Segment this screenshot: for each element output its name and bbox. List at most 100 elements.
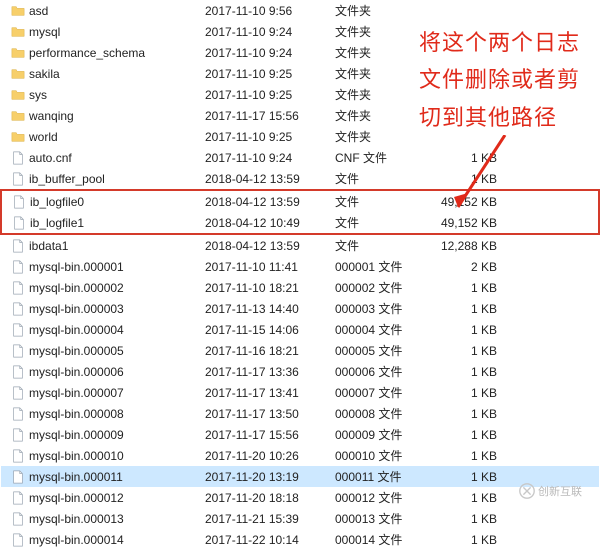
file-name-label: mysql-bin.000013 — [29, 512, 124, 526]
folder-icon — [11, 46, 25, 60]
file-size-cell — [421, 63, 501, 84]
file-name-cell[interactable]: ibdata1 — [1, 234, 201, 256]
file-name-cell[interactable]: sys — [1, 84, 201, 105]
file-type-cell: 000005 文件 — [331, 340, 421, 361]
file-size-cell — [421, 0, 501, 21]
file-type-cell: 000014 文件 — [331, 529, 421, 550]
file-size-cell: 49,152 KB — [421, 212, 501, 234]
file-name-cell[interactable]: performance_schema — [1, 42, 201, 63]
file-name-cell[interactable]: asd — [1, 0, 201, 21]
file-name-cell[interactable]: mysql-bin.000006 — [1, 361, 201, 382]
file-name-cell[interactable]: mysql-bin.000008 — [1, 403, 201, 424]
file-date-cell: 2017-11-10 9:25 — [201, 63, 331, 84]
file-row[interactable]: ibdata12018-04-12 13:59文件12,288 KB — [1, 234, 599, 256]
file-type-cell: 文件 — [331, 168, 421, 190]
file-name-cell[interactable]: world — [1, 126, 201, 147]
file-date-cell: 2017-11-16 18:21 — [201, 340, 331, 361]
file-name-label: mysql-bin.000011 — [29, 470, 123, 484]
file-name-label: mysql-bin.000002 — [29, 281, 124, 295]
file-date-cell: 2018-04-12 13:59 — [201, 234, 331, 256]
file-name-cell[interactable]: mysql-bin.000005 — [1, 340, 201, 361]
folder-icon — [11, 109, 25, 123]
file-date-cell: 2017-11-17 13:50 — [201, 403, 331, 424]
file-name-label: auto.cnf — [29, 151, 72, 165]
file-name-label: asd — [29, 4, 48, 18]
file-row[interactable]: mysql-bin.0000052017-11-16 18:21000005 文… — [1, 340, 599, 361]
file-row[interactable]: mysql-bin.0000062017-11-17 13:36000006 文… — [1, 361, 599, 382]
file-row[interactable]: ib_buffer_pool2018-04-12 13:59文件1 KB — [1, 168, 599, 190]
file-name-cell[interactable]: ib_logfile0 — [1, 190, 201, 212]
file-row[interactable]: mysql-bin.0000112017-11-20 13:19000011 文… — [1, 466, 599, 487]
file-name-cell[interactable]: sakila — [1, 63, 201, 84]
file-row[interactable]: ib_logfile12018-04-12 10:49文件49,152 KB — [1, 212, 599, 234]
file-icon — [11, 172, 25, 186]
file-size-cell: 12,288 KB — [421, 234, 501, 256]
file-name-label: mysql-bin.000006 — [29, 365, 124, 379]
file-name-cell[interactable]: mysql-bin.000002 — [1, 277, 201, 298]
file-row[interactable]: performance_schema2017-11-10 9:24文件夹 — [1, 42, 599, 63]
file-date-cell: 2017-11-20 18:18 — [201, 487, 331, 508]
file-name-label: ib_logfile0 — [30, 195, 84, 209]
file-name-cell[interactable]: mysql-bin.000014 — [1, 529, 201, 550]
file-icon — [12, 216, 26, 230]
file-row[interactable]: mysql-bin.0000032017-11-13 14:40000003 文… — [1, 298, 599, 319]
file-name-cell[interactable]: mysql-bin.000010 — [1, 445, 201, 466]
file-row[interactable]: mysql-bin.0000012017-11-10 11:41000001 文… — [1, 256, 599, 277]
file-type-cell: 文件 — [331, 212, 421, 234]
file-size-cell: 1 KB — [421, 168, 501, 190]
file-name-cell[interactable]: mysql-bin.000003 — [1, 298, 201, 319]
file-row[interactable]: asd2017-11-10 9:56文件夹 — [1, 0, 599, 21]
file-row[interactable]: mysql-bin.0000102017-11-20 10:26000010 文… — [1, 445, 599, 466]
file-row[interactable]: mysql-bin.0000142017-11-22 10:14000014 文… — [1, 529, 599, 550]
file-date-cell: 2017-11-17 15:56 — [201, 105, 331, 126]
file-row[interactable]: ib_logfile02018-04-12 13:59文件49,152 KB — [1, 190, 599, 212]
file-list-table: asd2017-11-10 9:56文件夹mysql2017-11-10 9:2… — [0, 0, 600, 550]
file-row[interactable]: sys2017-11-10 9:25文件夹 — [1, 84, 599, 105]
file-name-cell[interactable]: ib_logfile1 — [1, 212, 201, 234]
file-name-cell[interactable]: mysql-bin.000004 — [1, 319, 201, 340]
file-row[interactable]: mysql-bin.0000042017-11-15 14:06000004 文… — [1, 319, 599, 340]
file-icon — [11, 151, 25, 165]
folder-icon — [11, 25, 25, 39]
file-type-cell: 000001 文件 — [331, 256, 421, 277]
file-name-cell[interactable]: mysql-bin.000001 — [1, 256, 201, 277]
file-name-label: sakila — [29, 67, 60, 81]
file-name-cell[interactable]: mysql-bin.000009 — [1, 424, 201, 445]
file-size-cell: 1 KB — [421, 277, 501, 298]
file-name-cell[interactable]: mysql-bin.000011 — [1, 466, 201, 487]
file-name-label: mysql-bin.000008 — [29, 407, 124, 421]
file-name-cell[interactable]: mysql-bin.000013 — [1, 508, 201, 529]
file-name-cell[interactable]: ib_buffer_pool — [1, 168, 201, 190]
file-row[interactable]: mysql-bin.0000082017-11-17 13:50000008 文… — [1, 403, 599, 424]
file-row[interactable]: mysql-bin.0000072017-11-17 13:41000007 文… — [1, 382, 599, 403]
file-type-cell: 000013 文件 — [331, 508, 421, 529]
file-date-cell: 2017-11-10 9:24 — [201, 147, 331, 168]
file-row[interactable]: mysql-bin.0000132017-11-21 15:39000013 文… — [1, 508, 599, 529]
file-icon — [12, 195, 26, 209]
file-name-cell[interactable]: auto.cnf — [1, 147, 201, 168]
file-icon — [11, 512, 25, 526]
file-name-label: mysql-bin.000010 — [29, 449, 124, 463]
file-row[interactable]: mysql2017-11-10 9:24文件夹 — [1, 21, 599, 42]
file-type-cell: 000009 文件 — [331, 424, 421, 445]
file-name-label: ib_logfile1 — [30, 216, 84, 230]
file-icon — [11, 470, 25, 484]
file-icon — [11, 365, 25, 379]
file-name-cell[interactable]: wanqing — [1, 105, 201, 126]
file-name-cell[interactable]: mysql-bin.000007 — [1, 382, 201, 403]
file-row[interactable]: world2017-11-10 9:25文件夹 — [1, 126, 599, 147]
file-row[interactable]: mysql-bin.0000122017-11-20 18:18000012 文… — [1, 487, 599, 508]
file-row[interactable]: mysql-bin.0000092017-11-17 15:56000009 文… — [1, 424, 599, 445]
file-name-label: ibdata1 — [29, 239, 68, 253]
file-name-cell[interactable]: mysql — [1, 21, 201, 42]
file-name-cell[interactable]: mysql-bin.000012 — [1, 487, 201, 508]
file-name-label: mysql-bin.000009 — [29, 428, 124, 442]
file-row[interactable]: sakila2017-11-10 9:25文件夹 — [1, 63, 599, 84]
file-row[interactable]: wanqing2017-11-17 15:56文件夹 — [1, 105, 599, 126]
file-size-cell: 1 KB — [421, 508, 501, 529]
file-row[interactable]: auto.cnf2017-11-10 9:24CNF 文件1 KB — [1, 147, 599, 168]
file-list-body: asd2017-11-10 9:56文件夹mysql2017-11-10 9:2… — [1, 0, 599, 550]
file-icon — [11, 491, 25, 505]
file-row[interactable]: mysql-bin.0000022017-11-10 18:21000002 文… — [1, 277, 599, 298]
file-size-cell: 1 KB — [421, 487, 501, 508]
